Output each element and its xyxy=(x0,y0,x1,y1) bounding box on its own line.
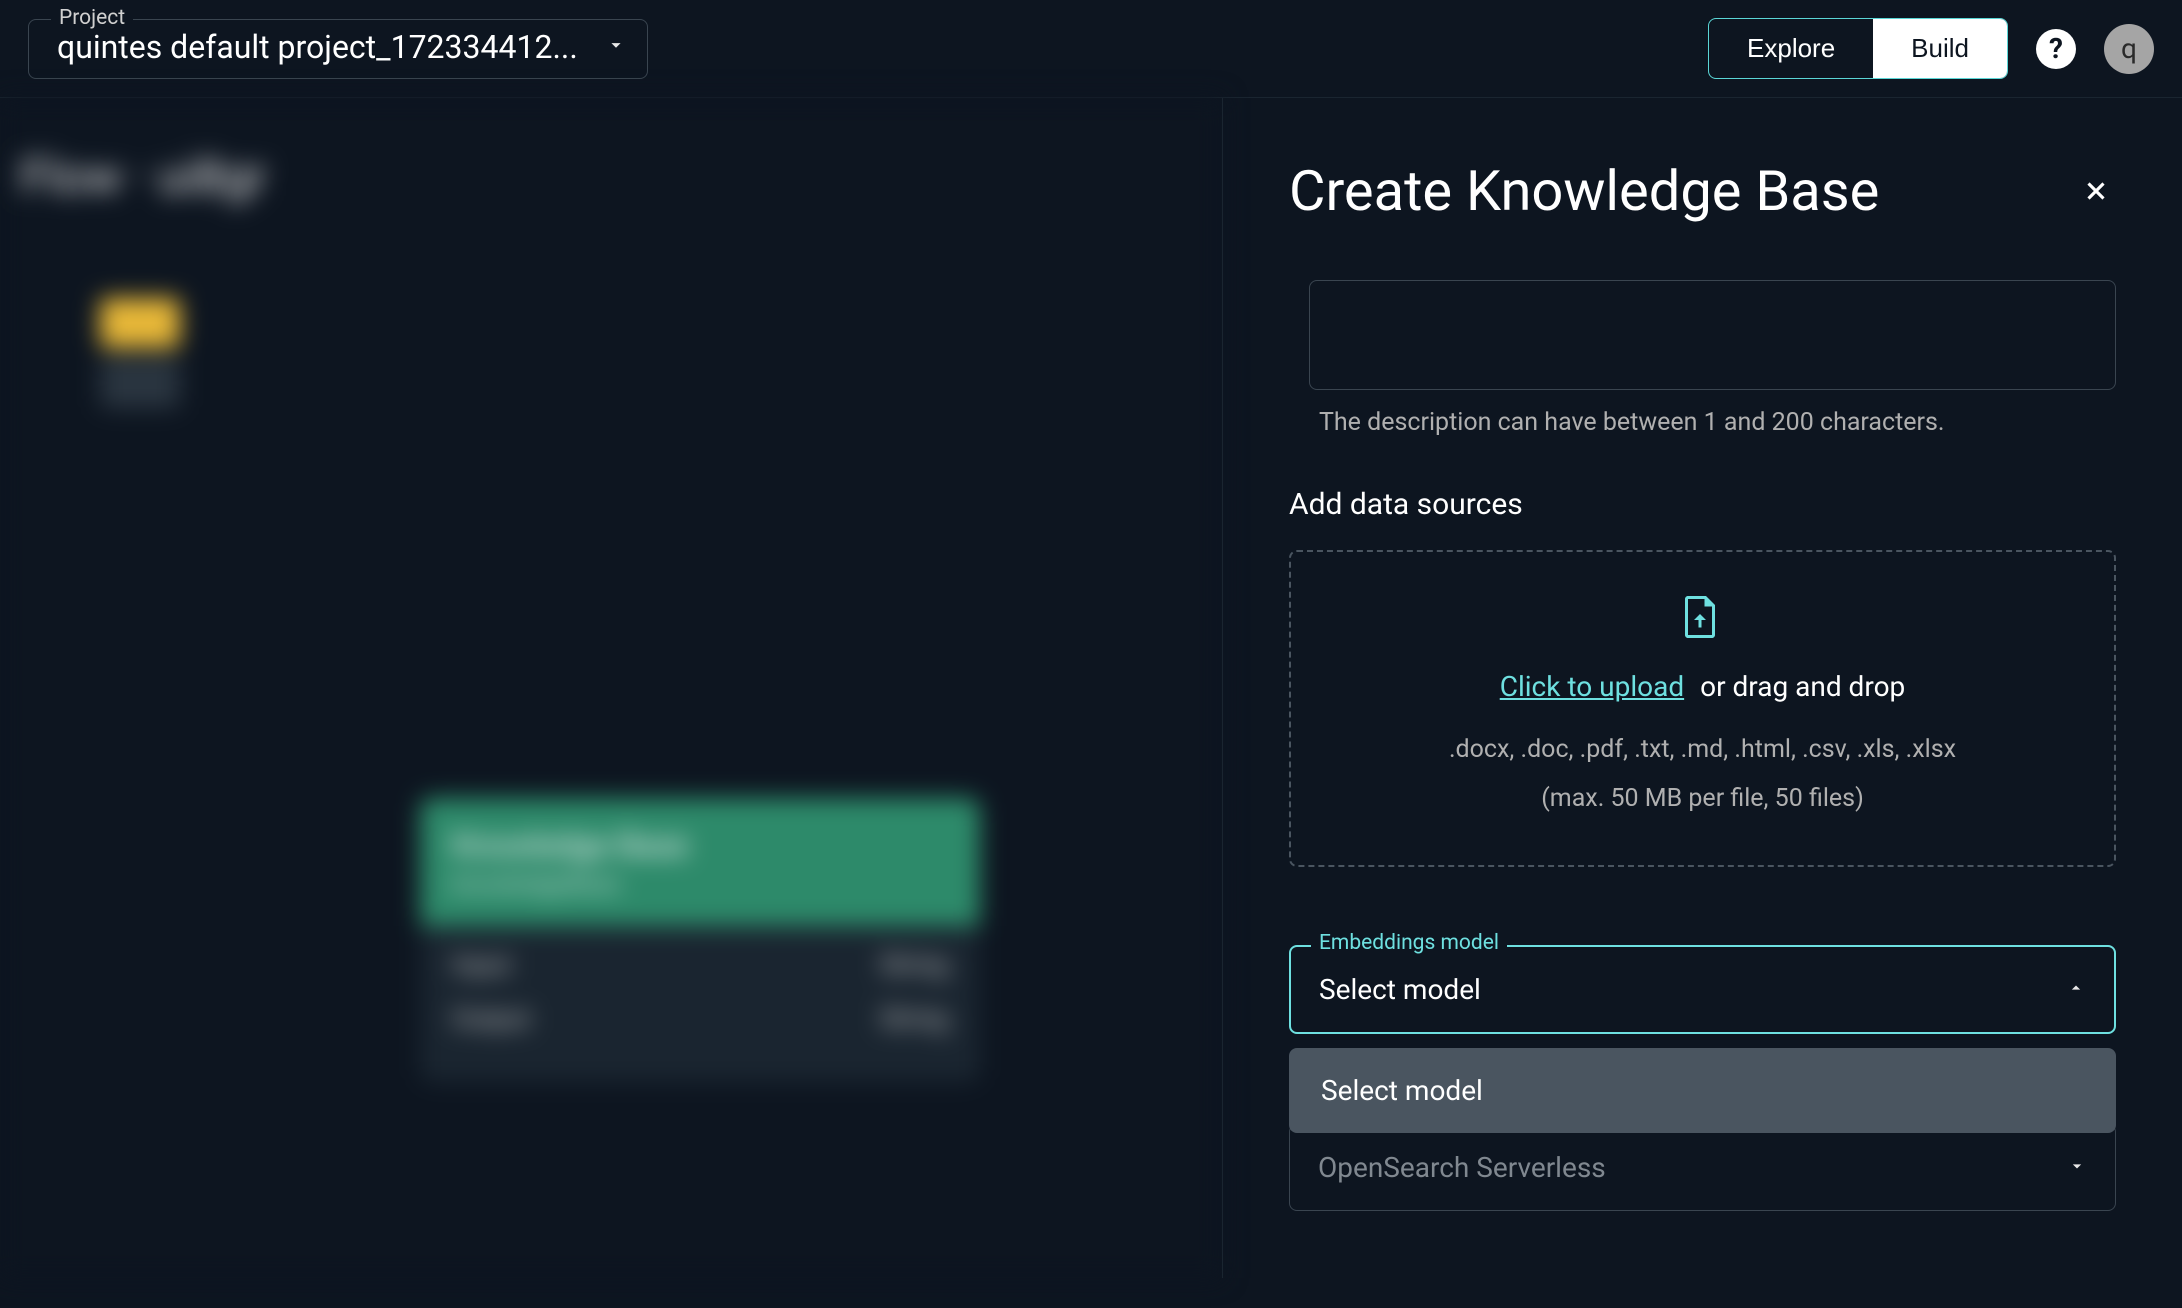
row-type: String xyxy=(880,1004,948,1034)
row-label: Output xyxy=(452,1004,530,1034)
embeddings-dropdown: Select model xyxy=(1289,1048,2116,1133)
embeddings-select[interactable]: Select model xyxy=(1289,945,2116,1034)
chevron-down-icon xyxy=(2067,1156,2087,1180)
node-badge xyxy=(100,298,180,348)
embeddings-select-container: Embeddings model Select model Select mod… xyxy=(1289,945,2116,1034)
upload-formats: .docx, .doc, .pdf, .txt, .md, .html, .cs… xyxy=(1323,735,2082,764)
upload-limits: (max. 50 MB per file, 50 files) xyxy=(1323,784,2082,813)
node-body: Input String Output String xyxy=(420,926,980,1082)
upload-link[interactable]: Click to upload xyxy=(1500,670,1684,703)
explore-tab[interactable]: Explore xyxy=(1709,19,1873,78)
description-textarea[interactable] xyxy=(1309,280,2116,390)
upload-dropzone[interactable]: Click to upload or drag and drop .docx, … xyxy=(1289,550,2116,867)
canvas-node-stub xyxy=(100,298,200,378)
mode-toggle: Explore Build xyxy=(1708,18,2008,79)
create-kb-panel: Create Knowledge Base The description ca… xyxy=(1222,98,2182,1278)
node-title: Knowledge Base xyxy=(452,826,948,864)
main-area: Flow · ui8gr Knowledge Base knowledgeBas… xyxy=(0,98,2182,1278)
node-row: Output String xyxy=(452,1004,948,1034)
canvas-area: Flow · ui8gr Knowledge Base knowledgeBas… xyxy=(0,98,1222,1278)
vector-store-container: OpenSearch Serverless xyxy=(1289,1124,2116,1211)
panel-header: Create Knowledge Base xyxy=(1289,158,2116,224)
node-header: Knowledge Base knowledgeBase xyxy=(420,798,980,926)
node-stack xyxy=(100,358,180,408)
node-subtitle: knowledgeBase xyxy=(452,870,948,898)
file-upload-icon xyxy=(1323,596,2082,642)
chevron-down-icon xyxy=(605,34,627,60)
dropdown-option-select-model[interactable]: Select model xyxy=(1289,1048,2116,1133)
data-sources-title: Add data sources xyxy=(1289,487,2116,522)
project-selector[interactable]: Project quintes default project_17233441… xyxy=(28,19,648,79)
panel-title: Create Knowledge Base xyxy=(1289,158,1879,224)
build-tab[interactable]: Build xyxy=(1873,19,2007,78)
chevron-up-icon xyxy=(2066,978,2086,1002)
upload-suffix: or drag and drop xyxy=(1700,670,1905,703)
project-value-row: quintes default project_172334412... xyxy=(57,28,627,66)
knowledge-base-node: Knowledge Base knowledgeBase Input Strin… xyxy=(420,798,980,1082)
app-header: Project quintes default project_17233441… xyxy=(0,0,2182,98)
header-right: Explore Build ? q xyxy=(1708,18,2154,79)
vector-store-value: OpenSearch Serverless xyxy=(1318,1151,1606,1184)
row-label: Input xyxy=(452,950,511,980)
close-button[interactable] xyxy=(2076,171,2116,211)
project-label: Project xyxy=(51,6,133,30)
vector-store-select[interactable]: OpenSearch Serverless xyxy=(1289,1124,2116,1211)
flow-title: Flow · ui8gr xyxy=(20,148,266,205)
help-icon[interactable]: ? xyxy=(2036,29,2076,69)
description-helper: The description can have between 1 and 2… xyxy=(1319,408,2116,437)
row-type: String xyxy=(880,950,948,980)
upload-text-row: Click to upload or drag and drop xyxy=(1323,670,2082,703)
node-row: Input String xyxy=(452,950,948,980)
avatar[interactable]: q xyxy=(2104,24,2154,74)
embeddings-label: Embeddings model xyxy=(1311,931,1507,955)
embeddings-value: Select model xyxy=(1319,973,1481,1006)
project-name: quintes default project_172334412... xyxy=(57,28,578,66)
